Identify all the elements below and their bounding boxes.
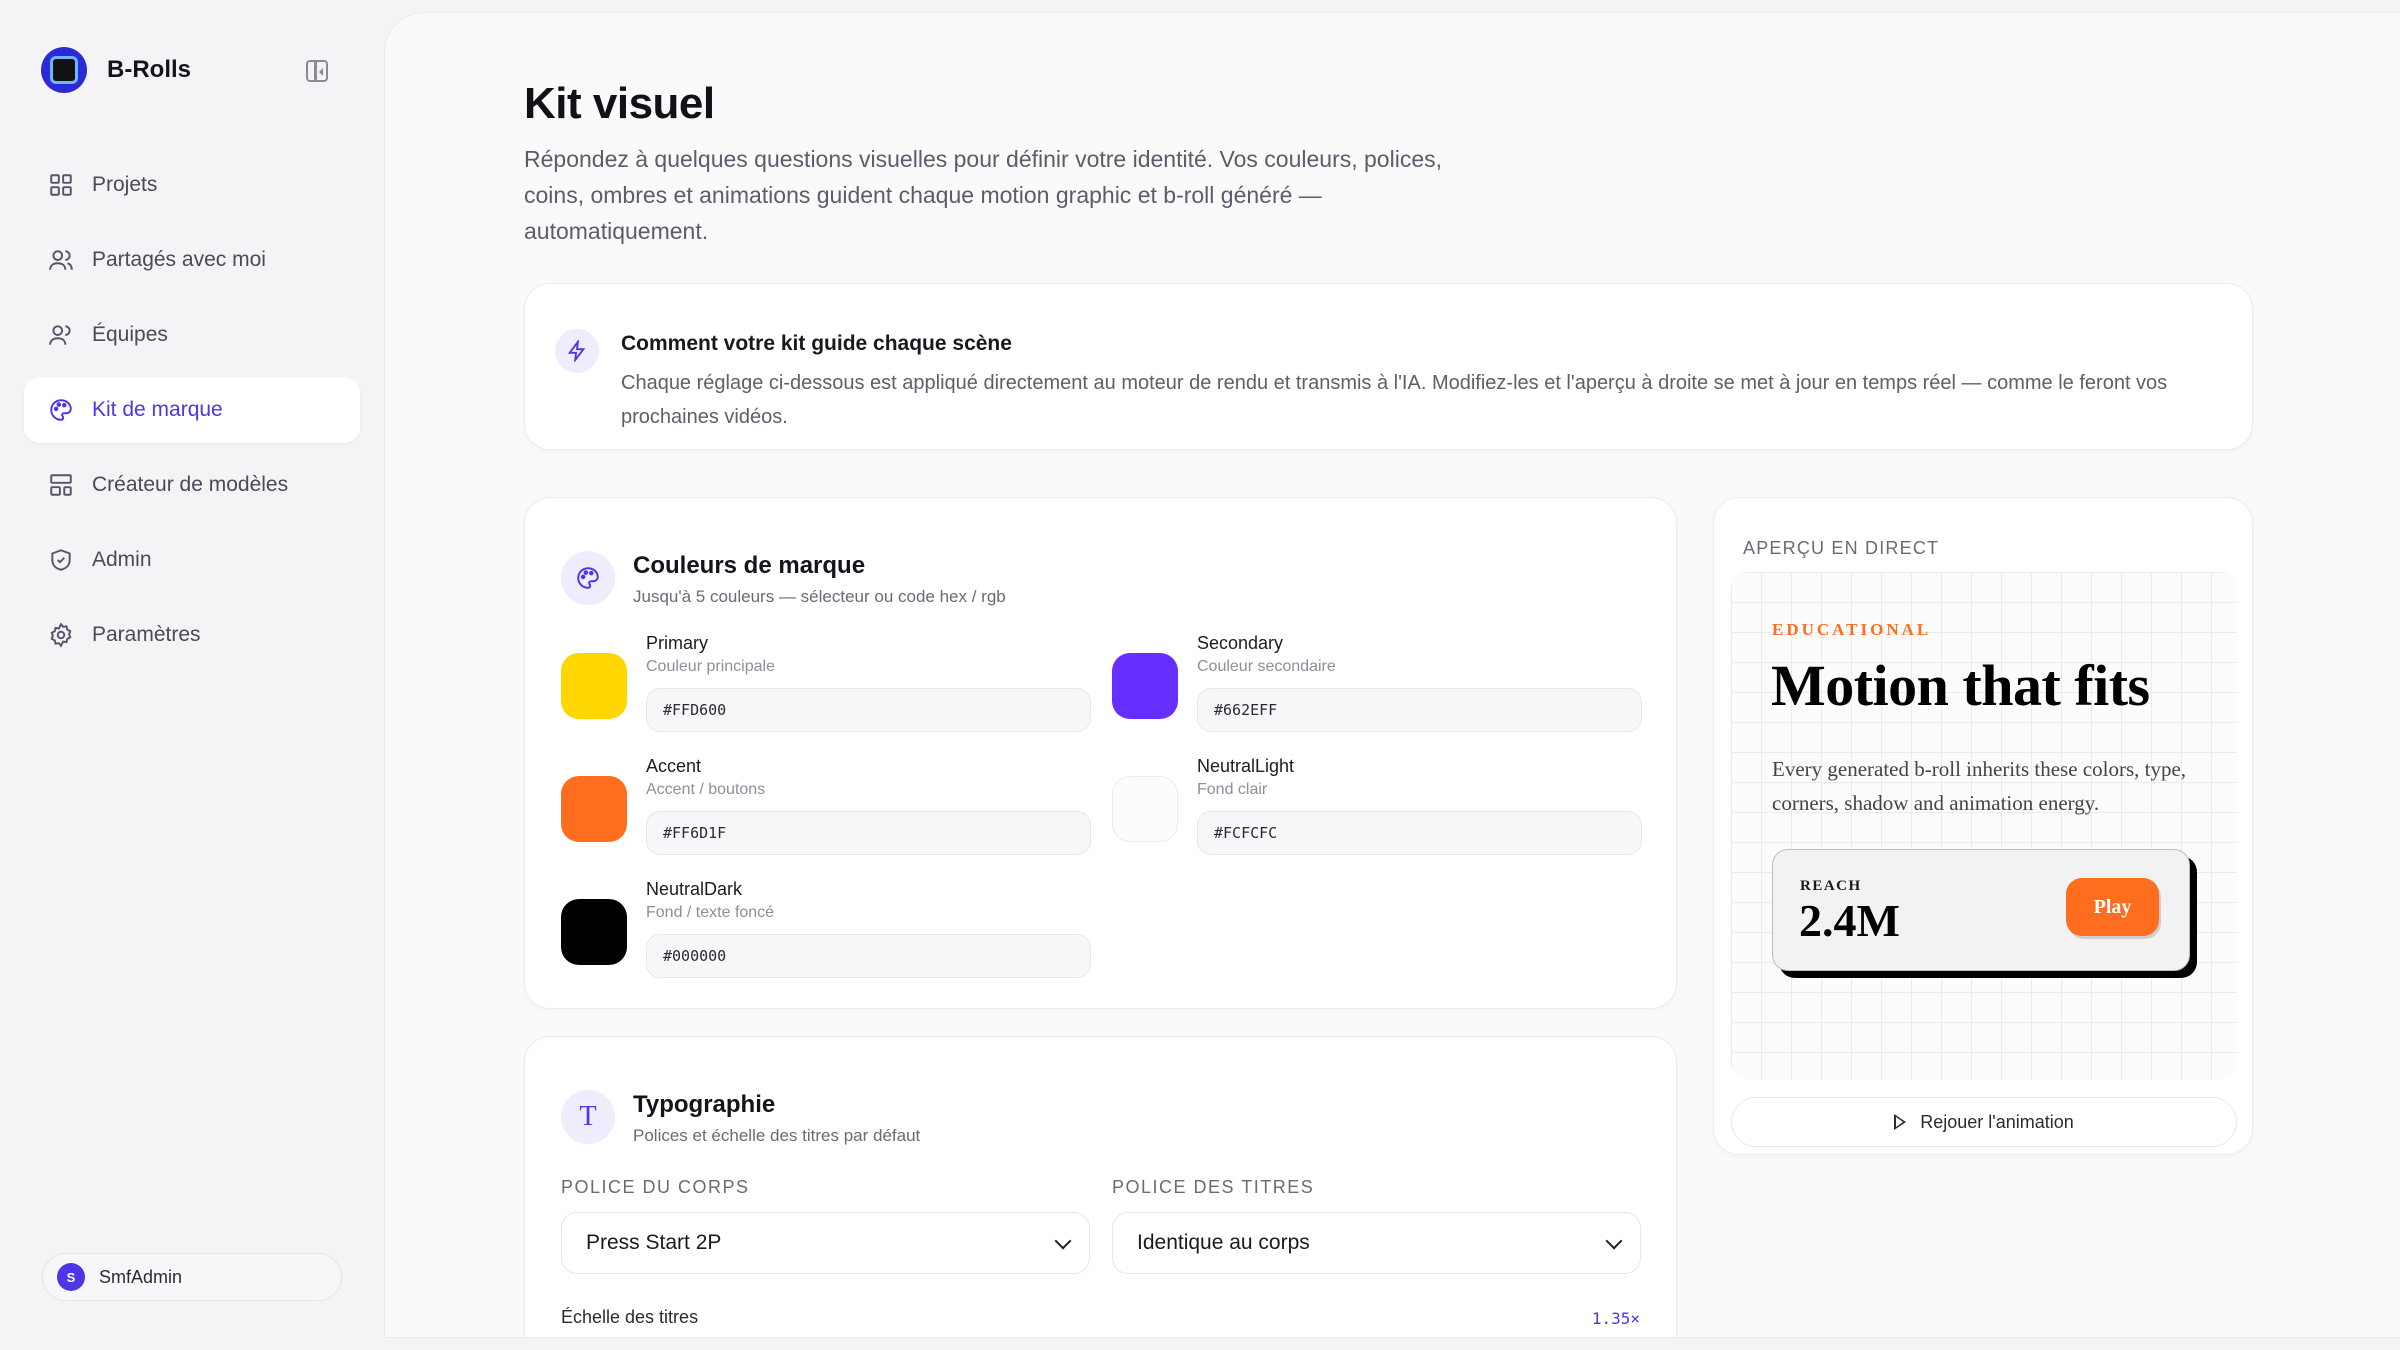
info-card: Comment votre kit guide chaque scène Cha… — [524, 283, 2253, 450]
color-row-neutral-dark: NeutralDark Fond / texte foncé #000000 — [561, 879, 1091, 979]
main-content: Kit visuel Répondez à quelques questions… — [384, 12, 2400, 1338]
user-menu[interactable]: S SmfAdmin — [42, 1253, 342, 1301]
heading-scale-value: 1.35× — [1591, 1309, 1640, 1328]
color-swatch[interactable] — [561, 899, 627, 965]
sidebar-item-label: Créateur de modèles — [92, 473, 289, 496]
select-value: Press Start 2P — [586, 1231, 722, 1254]
team-icon — [48, 322, 74, 348]
grid-icon — [48, 172, 74, 198]
palette-icon — [48, 397, 74, 423]
preview-label: APERÇU EN DIRECT — [1743, 538, 1940, 558]
sidebar-item-admin[interactable]: Admin — [24, 527, 360, 593]
sidebar-item-kit-de-marque[interactable]: Kit de marque — [24, 377, 360, 443]
hex-input[interactable]: #662EFF — [1197, 688, 1642, 732]
sidebar-item-label: Paramètres — [92, 623, 201, 646]
color-row-neutral-light: NeutralLight Fond clair #FCFCFC — [1112, 756, 1642, 856]
sidebar-item-createur-de-modeles[interactable]: Créateur de modèles — [24, 452, 360, 518]
color-name: NeutralLight — [1197, 756, 1295, 776]
chevron-down-icon — [1605, 1232, 1623, 1250]
color-name: Primary — [646, 633, 708, 653]
preview-canvas: EDUCATIONAL Motion that fits Every gener… — [1731, 572, 2237, 1080]
heading-font-select[interactable]: Identique au corps — [1112, 1212, 1641, 1274]
section-title: Couleurs de marque — [633, 552, 866, 579]
play-icon — [1894, 1114, 1907, 1130]
sidebar-item-projets[interactable]: Projets — [24, 152, 360, 218]
page-title: Kit visuel — [524, 79, 715, 128]
heading-scale-label: Échelle des titres — [561, 1307, 699, 1327]
color-role: Couleur principale — [646, 658, 775, 675]
section-subtitle: Polices et échelle des titres par défaut — [633, 1126, 921, 1145]
body-font-label: POLICE DU CORPS — [561, 1177, 750, 1197]
color-row-primary: Primary Couleur principale #FFD600 — [561, 633, 1091, 733]
select-value: Identique au corps — [1137, 1231, 1310, 1254]
color-name: NeutralDark — [646, 879, 743, 899]
type-icon: T — [561, 1090, 615, 1144]
color-swatch[interactable] — [1112, 776, 1178, 842]
color-swatch[interactable] — [561, 653, 627, 719]
section-subtitle: Jusqu'à 5 couleurs — sélecteur ou code h… — [633, 587, 1006, 606]
shield-icon — [48, 547, 74, 573]
sidebar-item-label: Partagés avec moi — [92, 248, 266, 271]
sidebar-item-label: Projets — [92, 173, 158, 196]
brand-colors-card: Couleurs de marque Jusqu'à 5 couleurs — … — [524, 497, 1677, 1009]
layout-template-icon — [48, 472, 74, 498]
color-name: Accent — [646, 756, 702, 776]
avatar: S — [57, 1263, 85, 1291]
color-role: Accent / boutons — [646, 781, 766, 798]
sidebar-item-label: Équipes — [92, 323, 168, 346]
heading-font-label: POLICE DES TITRES — [1112, 1177, 1315, 1197]
color-role: Fond clair — [1197, 781, 1268, 798]
collapse-sidebar-icon[interactable] — [306, 60, 328, 82]
sidebar-nav: Projets Partagés avec moi Équipes Kit de… — [24, 152, 360, 677]
sidebar-item-equipes[interactable]: Équipes — [24, 302, 360, 368]
hex-input[interactable]: #FF6D1F — [646, 811, 1091, 855]
preview-stat-value: 2.4M — [1799, 895, 1900, 946]
info-title: Comment votre kit guide chaque scène — [621, 332, 1012, 355]
live-preview-card: APERÇU EN DIRECT EDUCATIONAL Motion that… — [1713, 497, 2253, 1155]
color-name: Secondary — [1197, 633, 1284, 653]
page-description: Répondez à quelques questions visuelles … — [524, 146, 1443, 244]
color-swatch[interactable] — [561, 776, 627, 842]
preview-body: Every generated b-roll inherits these co… — [1772, 757, 2187, 815]
chevron-down-icon — [1054, 1232, 1072, 1250]
palette-icon — [561, 551, 615, 605]
sidebar-item-label: Admin — [92, 548, 152, 571]
preview-eyebrow: EDUCATIONAL — [1772, 620, 1932, 639]
section-title: Typographie — [633, 1091, 776, 1118]
hex-input[interactable]: #FFD600 — [646, 688, 1091, 732]
color-role: Fond / texte foncé — [646, 904, 775, 921]
sidebar-item-partages[interactable]: Partagés avec moi — [24, 227, 360, 293]
body-font-select[interactable]: Press Start 2P — [561, 1212, 1090, 1274]
hex-input[interactable]: #000000 — [646, 934, 1091, 978]
preview-headline: Motion that fits — [1771, 653, 2150, 718]
sidebar-item-parametres[interactable]: Paramètres — [24, 602, 360, 668]
color-row-accent: Accent Accent / boutons #FF6D1F — [561, 756, 1091, 856]
color-swatch[interactable] — [1112, 653, 1178, 719]
users-icon — [48, 247, 74, 273]
info-text: Chaque réglage ci-dessous est appliqué d… — [621, 372, 2168, 428]
replay-animation-button[interactable]: Rejouer l'animation — [1731, 1097, 2237, 1147]
lightning-icon — [555, 329, 599, 373]
brand[interactable]: B-Rolls — [41, 47, 191, 93]
preview-play-button[interactable]: Play — [2066, 878, 2159, 936]
typography-card: T Typographie Polices et échelle des tit… — [524, 1036, 1677, 1337]
preview-stat-card: REACH 2.4M Play — [1772, 849, 2190, 971]
color-role: Couleur secondaire — [1197, 658, 1336, 675]
preview-stat-label: REACH — [1800, 878, 1862, 894]
hex-input[interactable]: #FCFCFC — [1197, 811, 1642, 855]
sidebar-item-label: Kit de marque — [92, 398, 223, 421]
brand-logo — [41, 47, 87, 93]
brand-name: B-Rolls — [107, 56, 191, 83]
gear-icon — [48, 622, 74, 648]
color-row-secondary: Secondary Couleur secondaire #662EFF — [1112, 633, 1642, 733]
sidebar: B-Rolls Projets Partagés avec moi Équipe… — [0, 0, 384, 1350]
user-name: SmfAdmin — [99, 1266, 183, 1287]
replay-label: Rejouer l'animation — [1920, 1111, 2074, 1132]
